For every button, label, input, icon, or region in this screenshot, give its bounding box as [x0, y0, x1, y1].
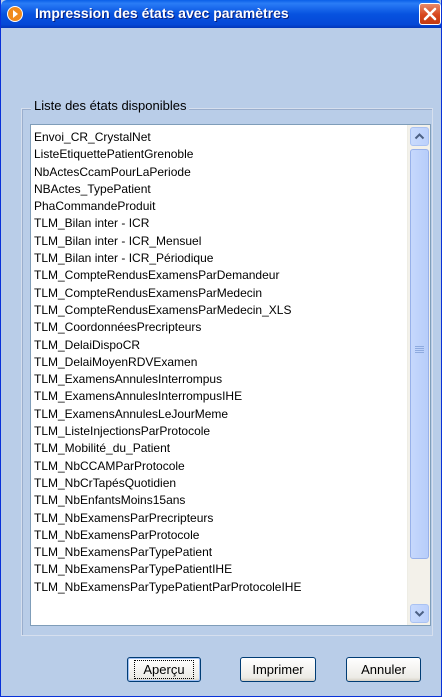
dialog-window: Impression des états avec paramètres Lis… [0, 0, 442, 697]
window-title: Impression des états avec paramètres [35, 5, 289, 21]
reports-listbox[interactable]: Envoi_CR_CrystalNet ListeEtiquettePatient… [30, 124, 431, 626]
scroll-up-button[interactable] [410, 127, 429, 146]
list-item[interactable]: TLM_NbExamensParProtocole [31, 527, 407, 544]
list-item[interactable]: ListeEtiquettePatientGrenoble [31, 146, 407, 163]
vertical-scrollbar[interactable] [407, 125, 430, 625]
list-item[interactable]: TLM_NbExamensParPrecripteurs [31, 510, 407, 527]
list-item[interactable]: TLM_CompteRendusExamensParMedecin [31, 285, 407, 302]
cancel-button[interactable]: Annuler [346, 657, 421, 682]
list-item[interactable]: TLM_NbExamensParTypePatientParProtocoleI… [31, 579, 407, 596]
chevron-down-icon [414, 610, 425, 617]
list-item[interactable]: TLM_Bilan inter - ICR [31, 215, 407, 232]
list-item[interactable]: TLM_ListeInjectionsParProtocole [31, 423, 407, 440]
list-item[interactable]: NbActesCcamPourLaPeriode [31, 164, 407, 181]
list-item[interactable]: TLM_DelaiDispoCR [31, 337, 407, 354]
list-item[interactable]: TLM_Bilan inter - ICR_Périodique [31, 250, 407, 267]
list-item[interactable]: TLM_Bilan inter - ICR_Mensuel [31, 233, 407, 250]
reports-list: Envoi_CR_CrystalNet ListeEtiquettePatient… [31, 129, 407, 596]
grip-icon [415, 346, 424, 354]
list-item[interactable]: TLM_DelaiMoyenRDVExamen [31, 354, 407, 371]
list-item[interactable]: TLM_CoordonnéesPrecripteurs [31, 319, 407, 336]
preview-button[interactable]: Aperçu [127, 657, 201, 682]
list-item[interactable]: TLM_NbCCAMParProtocole [31, 458, 407, 475]
chevron-up-icon [414, 133, 425, 140]
list-item[interactable]: TLM_NbEnfantsMoins15ans [31, 492, 407, 509]
list-item[interactable]: TLM_Mobilité_du_Patient [31, 440, 407, 457]
list-item[interactable]: TLM_CompteRendusExamensParDemandeur [31, 267, 407, 284]
list-item[interactable]: TLM_NbExamensParTypePatient [31, 544, 407, 561]
groupbox-label: Liste des états disponibles [31, 98, 190, 113]
preview-button-label: Aperçu [134, 660, 194, 679]
scrollbar-thumb[interactable] [410, 149, 429, 559]
app-icon [7, 6, 23, 22]
list-item[interactable]: NBActes_TypePatient [31, 181, 407, 198]
scroll-down-button[interactable] [410, 604, 429, 623]
list-item[interactable]: Envoi_CR_CrystalNet [31, 129, 407, 146]
list-item[interactable]: TLM_ExamensAnnulesInterrompusIHE [31, 388, 407, 405]
list-item[interactable]: TLM_NbCrTapésQuotidien [31, 475, 407, 492]
list-item[interactable]: TLM_CompteRendusExamensParMedecin_XLS [31, 302, 407, 319]
close-button[interactable] [419, 3, 441, 25]
list-item[interactable]: TLM_NbExamensParTypePatientIHE [31, 561, 407, 578]
list-item[interactable]: TLM_ExamensAnnulesLeJourMeme [31, 406, 407, 423]
title-bar[interactable]: Impression des états avec paramètres [1, 0, 441, 28]
close-icon [423, 7, 437, 21]
list-item[interactable]: PhaCommandeProduit [31, 198, 407, 215]
list-item[interactable]: TLM_ExamensAnnulesInterrompus [31, 371, 407, 388]
print-button[interactable]: Imprimer [240, 657, 316, 682]
